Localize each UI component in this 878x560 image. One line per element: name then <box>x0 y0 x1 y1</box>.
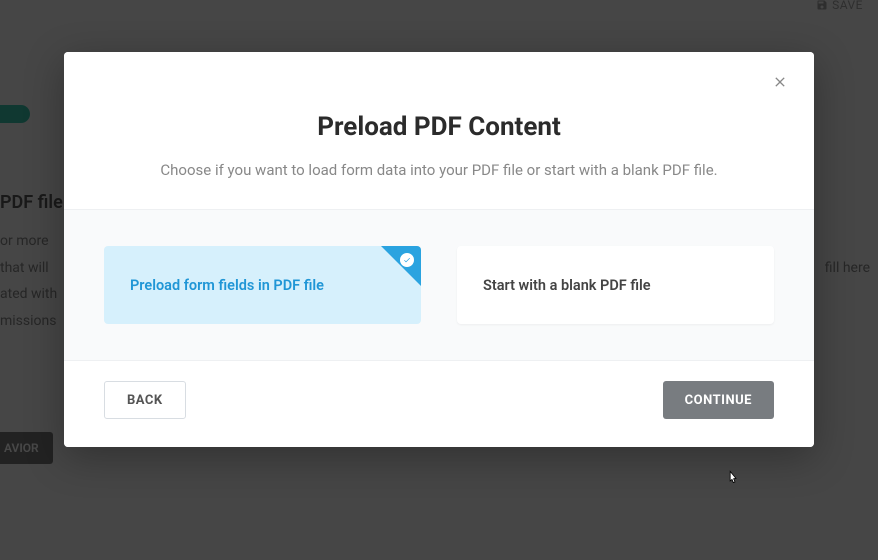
option-label: Preload form fields in PDF file <box>130 277 324 294</box>
modal-body: Preload form fields in PDF file Start wi… <box>64 209 814 361</box>
option-blank-pdf[interactable]: Start with a blank PDF file <box>457 246 774 324</box>
selected-corner <box>381 246 421 286</box>
option-preload-form-fields[interactable]: Preload form fields in PDF file <box>104 246 421 324</box>
continue-button[interactable]: CONTINUE <box>663 381 774 419</box>
close-icon <box>772 74 788 90</box>
modal-footer: BACK CONTINUE <box>64 361 814 447</box>
modal-subtitle: Choose if you want to load form data int… <box>104 160 774 181</box>
check-icon <box>400 253 414 267</box>
preload-pdf-modal: Preload PDF Content Choose if you want t… <box>64 52 814 447</box>
modal-title: Preload PDF Content <box>104 112 774 142</box>
option-label: Start with a blank PDF file <box>483 277 651 294</box>
modal-header: Preload PDF Content Choose if you want t… <box>64 52 814 209</box>
back-button[interactable]: BACK <box>104 381 186 419</box>
close-button[interactable] <box>768 70 792 94</box>
